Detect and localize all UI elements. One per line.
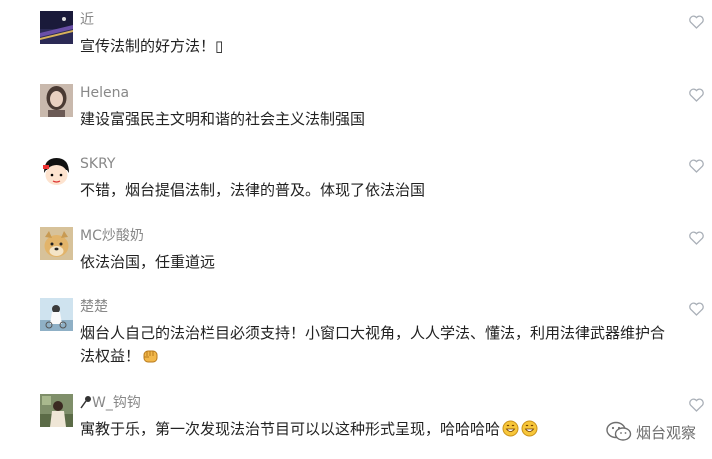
commenter-name: 楚楚 <box>80 299 108 315</box>
watermark-label: 烟台观察 <box>635 423 696 442</box>
heart-icon[interactable] <box>689 88 704 102</box>
grinning-emoji-icon <box>502 420 519 437</box>
avatar[interactable] <box>40 298 73 331</box>
commenter-name: Helena <box>80 85 130 101</box>
commenter-name: W_钩钩 <box>80 394 141 412</box>
avatar[interactable] <box>40 11 73 44</box>
comment-text: 寓教于乐，第一次发现法治节目可以以这种形式呈现，哈哈哈哈 <box>80 418 670 441</box>
pin-icon <box>80 395 92 409</box>
commenter-name: MC炒酸奶 <box>80 228 144 244</box>
comment-text: 依法治国，任重道远 <box>80 253 216 271</box>
comment-text: 烟台人自己的法治栏目必须支持！小窗口大视角，人人学法、懂法，利用法律武器维护合法… <box>80 324 666 365</box>
watermark: 烟台观察 <box>606 421 696 443</box>
comment-text: 不错，烟台提倡法制，法律的普及。体现了依法治国 <box>80 181 426 199</box>
fist-emoji-icon <box>142 347 159 364</box>
avatar[interactable] <box>40 227 73 260</box>
commenter-name: SKRY <box>80 156 116 172</box>
heart-icon[interactable] <box>689 231 704 245</box>
grinning-emoji-icon <box>521 420 538 437</box>
avatar[interactable] <box>40 155 73 188</box>
avatar[interactable] <box>40 84 73 117</box>
heart-icon[interactable] <box>689 15 704 29</box>
heart-icon[interactable] <box>689 398 704 412</box>
commenter-name: 近 <box>80 12 94 28</box>
avatar[interactable] <box>40 394 73 427</box>
wechat-logo-icon <box>606 421 632 443</box>
heart-icon[interactable] <box>689 302 704 316</box>
comment-text: 宣传法制的好方法！▯ <box>80 37 224 55</box>
comment-text: 建设富强民主文明和谐的社会主义法制强国 <box>80 110 366 128</box>
heart-icon[interactable] <box>689 159 704 173</box>
